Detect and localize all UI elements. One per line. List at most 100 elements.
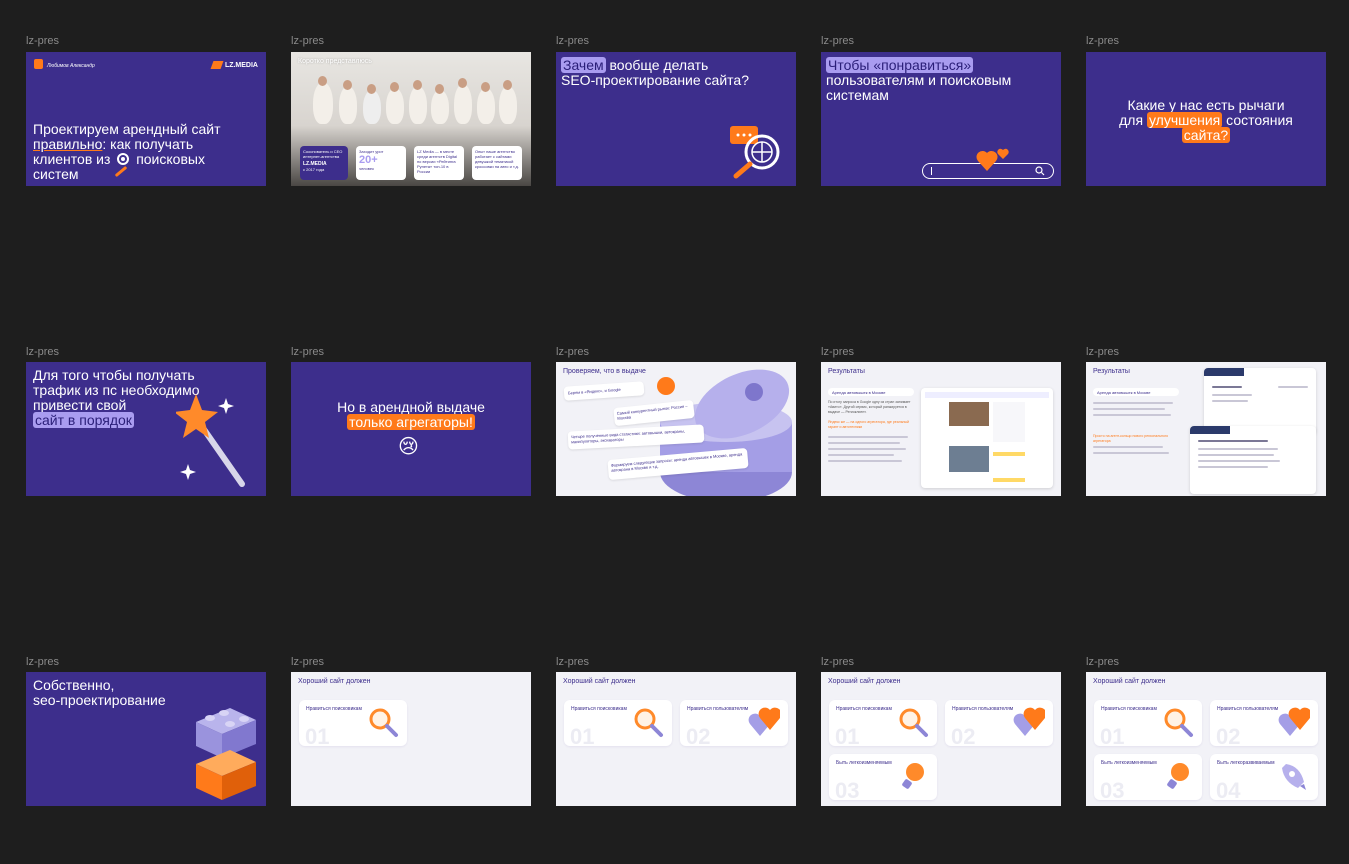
title-line: пользователям и поисковым [826, 72, 1012, 88]
person-head [367, 84, 376, 94]
card-number: 02 [1216, 724, 1241, 746]
slide-seo-design[interactable]: Собственно, seo-проектирование [26, 672, 266, 806]
text-line [828, 454, 894, 456]
frame-label[interactable]: lz-pres [26, 35, 59, 47]
slide-traffic[interactable]: Для того чтобы получать трафик из пс нео… [26, 362, 266, 496]
feature-card: Нравиться пользователям 02 [945, 700, 1053, 746]
slide-please-users[interactable]: Чтобы «понравиться» пользователям и поис… [821, 52, 1061, 186]
results-text-highlight: Просто на агент-кольцо нового региональн… [1093, 434, 1169, 443]
feature-card: Быть легкоразвиваемым 04 [1210, 754, 1318, 800]
card-number: 03 [835, 778, 860, 800]
text-line [1212, 386, 1242, 388]
person [477, 88, 495, 124]
slide-aggregators[interactable]: Но в арендной выдаче только агрегаторы! … [291, 362, 531, 496]
logo-text: LZ.MEDIA [224, 61, 258, 69]
magnifier-icon [634, 708, 663, 737]
person-head [390, 82, 399, 92]
card-number: 01 [1100, 724, 1125, 746]
text-line [1212, 394, 1252, 396]
person [499, 86, 517, 124]
card-number: 03 [1100, 778, 1125, 800]
card-sub: с 2017 года [303, 167, 325, 172]
text-cursor [931, 167, 932, 175]
serp-button [993, 452, 1025, 456]
card-label: Быть легкоизменяемым [1101, 760, 1157, 766]
person [454, 84, 472, 124]
frame-label[interactable]: lz-pres [26, 346, 59, 358]
text-line [1198, 454, 1274, 456]
card-label: Нравиться пользователям [1217, 706, 1279, 712]
card-label: Нравиться поисковикам [1101, 706, 1157, 712]
crying-face-icon: 😢 [398, 436, 419, 458]
card-label: Нравиться поисковикам [836, 706, 892, 712]
title-line: Какие у нас есть рычаги [1127, 97, 1285, 113]
lightbulb-icon [1167, 763, 1189, 789]
frame-label[interactable]: lz-pres [556, 656, 589, 668]
slide-title-text: Хороший сайт должен [1093, 678, 1166, 685]
card-number: 02 [951, 724, 976, 746]
slide-check-serp[interactable]: Проверяем, что в выдаче Берем в «Яндекс»… [556, 362, 796, 496]
frame-label[interactable]: lz-pres [556, 35, 589, 47]
slide-title[interactable]: Любимов Александр LZ.MEDIA Проектируем а… [26, 52, 266, 186]
search-query-box: Аренда автовышек в Москве [828, 388, 914, 396]
frame-label[interactable]: lz-pres [291, 346, 324, 358]
results-text-highlight: Яндекс же — на одного агрегатора, где ре… [828, 420, 909, 429]
slide-good-site-4[interactable]: Хороший сайт должен Нравиться поисковика… [1086, 672, 1326, 806]
slide-levers[interactable]: Какие у нас есть рычаги для улучшения со… [1086, 52, 1326, 186]
text-line [1198, 460, 1280, 462]
person [431, 90, 449, 124]
frame-label[interactable]: lz-pres [1086, 35, 1119, 47]
slide-good-site-1[interactable]: Хороший сайт должен Нравиться поисковика… [291, 672, 531, 806]
author-avatar [34, 59, 43, 69]
heart-icon [1278, 707, 1310, 736]
person [386, 88, 404, 124]
slide-title-text: Зачем вообще делать SEO-проектирование с… [561, 57, 791, 88]
slide-results-1[interactable]: Результаты Аренда автовышек в Москве По … [821, 362, 1061, 496]
globe-magnifier-icon [730, 126, 780, 179]
text-line [828, 448, 906, 450]
frame-label[interactable]: lz-pres [556, 346, 589, 358]
serp-image [949, 402, 989, 426]
card-number: 04 [1216, 778, 1241, 800]
feature-card: Быть легкоизменяемым 03 [1094, 754, 1202, 800]
brand-logo: LZ.MEDIA [210, 61, 258, 69]
slide-title-text: Какие у нас есть рычаги для улучшения со… [1086, 98, 1326, 143]
intro-card: Заходит урот 20+ человек [356, 146, 406, 180]
frame-label[interactable]: lz-pres [1086, 346, 1119, 358]
serp-image [949, 446, 989, 472]
frame-label[interactable]: lz-pres [821, 656, 854, 668]
card-number: 02 [686, 724, 711, 746]
site-screenshot [1204, 368, 1316, 434]
text-line [1212, 400, 1248, 402]
slide-good-site-2[interactable]: Хороший сайт должен Нравиться поисковика… [556, 672, 796, 806]
title-line: системам [826, 87, 889, 103]
person [339, 86, 357, 124]
frame-label[interactable]: lz-pres [1086, 656, 1119, 668]
frame-label[interactable]: lz-pres [291, 35, 324, 47]
card-sub: человек [359, 166, 374, 171]
text-line [1093, 414, 1171, 416]
frame-label[interactable]: lz-pres [821, 35, 854, 47]
heart-icon [748, 707, 780, 736]
highlight-word: Зачем [561, 57, 606, 73]
frame-label[interactable]: lz-pres [291, 656, 324, 668]
magnifier-icon [369, 708, 398, 737]
title-underlined-word: правильно [33, 136, 103, 152]
frame-label[interactable]: lz-pres [821, 346, 854, 358]
feature-card: Нравиться поисковикам 01 [1094, 700, 1202, 746]
frame-label[interactable]: lz-pres [26, 656, 59, 668]
slide-results-2[interactable]: Результаты Аренда автовышек в Москве Про… [1086, 362, 1326, 496]
feature-card: Нравиться поисковикам 01 [299, 700, 407, 746]
person [363, 90, 381, 124]
site-header [1204, 368, 1244, 376]
sparkle-icon [180, 464, 196, 480]
site-screenshot [1190, 426, 1316, 494]
person-head [458, 78, 467, 88]
slide-good-site-3[interactable]: Хороший сайт должен Нравиться поисковика… [821, 672, 1061, 806]
title-line: SEO-проектирование сайта? [561, 72, 749, 88]
slide-intro[interactable]: Коротко представлюсь Сооснователь и CEO … [291, 52, 531, 186]
title-line: состояния [1222, 112, 1293, 128]
slide-why-seo[interactable]: Зачем вообще делать SEO-проектирование с… [556, 52, 796, 186]
text-line [1198, 466, 1268, 468]
slide-title-text: Но в арендной выдаче только агрегаторы! [291, 400, 531, 430]
